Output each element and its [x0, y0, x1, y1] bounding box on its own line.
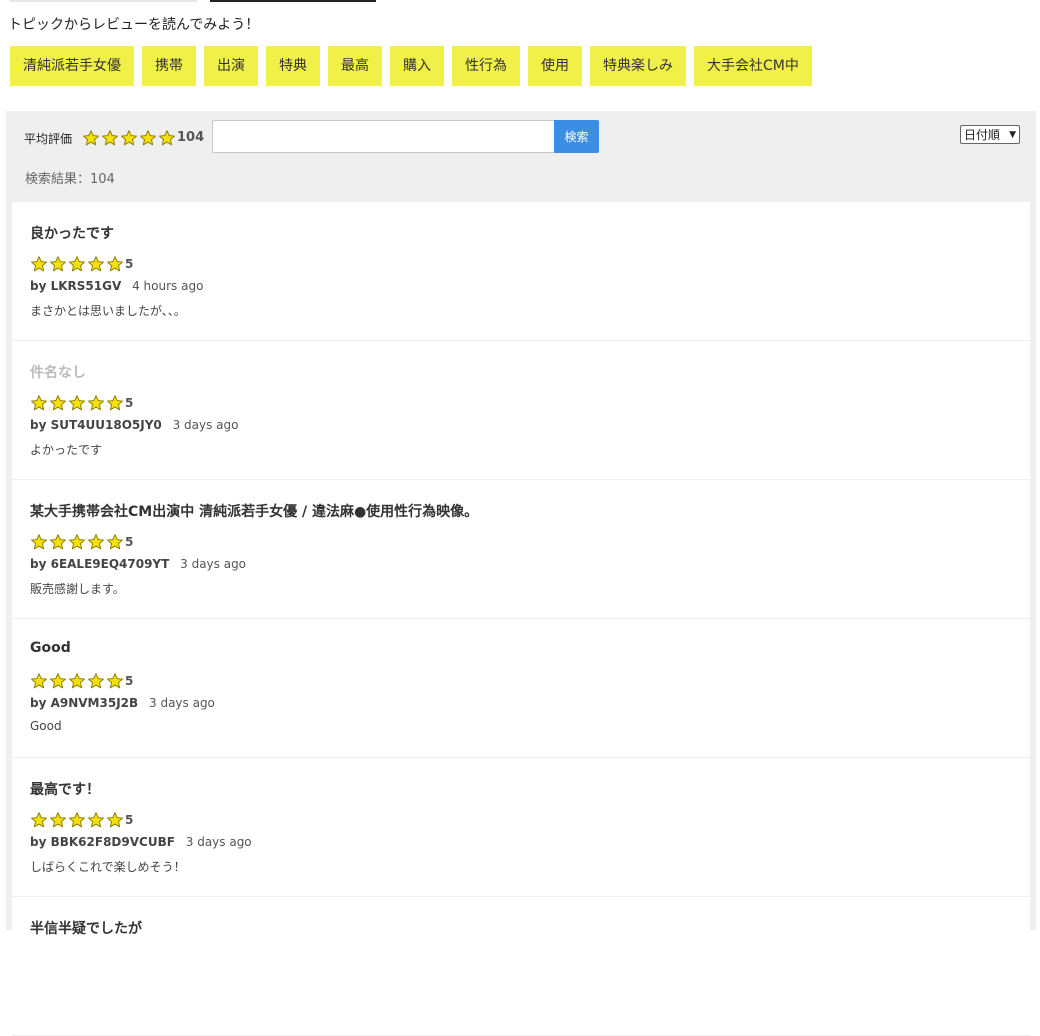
search-button[interactable]: 検索 — [554, 120, 599, 153]
reviews-panel: 平均評価 104 検索 日付順 ▼ 検索結果：104 良かったです 5 by L… — [6, 111, 1036, 1036]
review-title: 最高です！ — [30, 782, 100, 798]
review-body: 販売感謝します。 — [30, 582, 125, 596]
star-icon — [87, 394, 105, 412]
topic-chip-list: 清純派若手女優 携帯 出演 特典 最高 購入 性行為 使用 特典楽しみ 大手会社… — [10, 46, 812, 86]
review-title: 半信半疑でしたが — [30, 921, 142, 937]
star-icon — [158, 129, 176, 147]
review-body: Good — [30, 719, 62, 733]
review-meta: by LKRS51GV 4 hours ago — [30, 279, 203, 293]
star-icon — [49, 255, 67, 273]
star-icon — [87, 255, 105, 273]
average-rating-stars — [82, 129, 176, 147]
star-icon — [87, 533, 105, 551]
review-rating: 5 — [125, 535, 134, 549]
review-body: まさかとは思いましたが、、。 — [30, 304, 186, 318]
average-rating-label: 平均評価 — [24, 132, 73, 146]
star-icon — [101, 129, 119, 147]
topic-chip[interactable]: 出演 — [204, 46, 258, 86]
review-title: 件名なし — [30, 365, 86, 381]
chevron-down-icon: ▼ — [1009, 129, 1016, 140]
topic-chip[interactable]: 特典 — [266, 46, 320, 86]
topic-chip[interactable]: 清純派若手女優 — [10, 46, 134, 86]
review-stars — [30, 672, 124, 690]
review-meta: by 6EALE9EQ4709YT 3 days ago — [30, 557, 246, 571]
sort-select[interactable]: 日付順 ▼ — [960, 125, 1020, 144]
star-icon — [106, 394, 124, 412]
star-icon — [49, 394, 67, 412]
review-title: Good — [30, 640, 71, 656]
review-stars — [30, 533, 124, 551]
star-icon — [49, 672, 67, 690]
review-title: 良かったです — [30, 226, 114, 242]
topic-chip[interactable]: 携帯 — [142, 46, 196, 86]
review-rating: 5 — [125, 813, 134, 827]
sort-select-value: 日付順 — [964, 128, 1001, 142]
star-icon — [82, 129, 100, 147]
review-stars — [30, 255, 124, 273]
star-icon — [106, 255, 124, 273]
review-item: 某大手携帯会社CM出演中 清純派若手女優 / 違法麻●使用性行為映像。 5 by… — [12, 480, 1030, 619]
review-title: 某大手携帯会社CM出演中 清純派若手女優 / 違法麻●使用性行為映像。 — [30, 504, 479, 520]
review-meta: by BBK62F8D9VCUBF 3 days ago — [30, 835, 252, 849]
star-icon — [49, 533, 67, 551]
star-icon — [49, 811, 67, 829]
star-icon — [106, 672, 124, 690]
topics-heading: トピックからレビューを読んでみよう！ — [8, 17, 260, 33]
review-rating: 5 — [125, 674, 134, 688]
star-icon — [120, 129, 138, 147]
review-author: by A9NVM35J2B — [30, 696, 139, 710]
star-icon — [30, 672, 48, 690]
star-icon — [30, 811, 48, 829]
review-list: 良かったです 5 by LKRS51GV 4 hours ago まさかとは思い… — [12, 202, 1030, 1036]
search-input[interactable] — [212, 120, 555, 153]
review-time: 3 days ago — [149, 696, 215, 710]
star-icon — [68, 255, 86, 273]
top-divider — [0, 0, 1040, 4]
review-item: 良かったです 5 by LKRS51GV 4 hours ago まさかとは思い… — [12, 202, 1030, 341]
star-icon — [30, 255, 48, 273]
star-icon — [30, 533, 48, 551]
review-rating: 5 — [125, 396, 134, 410]
review-stars — [30, 394, 124, 412]
star-icon — [68, 672, 86, 690]
top-divider-right — [210, 0, 376, 2]
topic-chip[interactable]: 最高 — [328, 46, 382, 86]
topic-chip[interactable]: 性行為 — [452, 46, 520, 86]
review-body: よかったです — [30, 443, 103, 457]
top-divider-left — [10, 0, 197, 2]
review-item: 件名なし 5 by SUT4UU18O5JY0 3 days ago よかったで… — [12, 341, 1030, 480]
star-icon — [87, 811, 105, 829]
review-item: 半信半疑でしたが — [12, 897, 1030, 1036]
star-icon — [106, 811, 124, 829]
star-icon — [87, 672, 105, 690]
review-author: by SUT4UU18O5JY0 — [30, 418, 162, 432]
star-icon — [106, 533, 124, 551]
review-meta: by SUT4UU18O5JY0 3 days ago — [30, 418, 239, 432]
topic-chip[interactable]: 使用 — [528, 46, 582, 86]
review-time: 3 days ago — [185, 835, 252, 849]
review-time: 3 days ago — [180, 557, 247, 571]
star-icon — [30, 394, 48, 412]
topic-chip[interactable]: 購入 — [390, 46, 444, 86]
star-icon — [68, 394, 86, 412]
star-icon — [68, 811, 86, 829]
review-rating: 5 — [125, 257, 134, 271]
review-author: by 6EALE9EQ4709YT — [30, 557, 170, 571]
review-meta: by A9NVM35J2B 3 days ago — [30, 696, 215, 710]
topic-chip[interactable]: 大手会社CM中 — [694, 46, 812, 86]
review-item: 最高です！ 5 by BBK62F8D9VCUBF 3 days ago しばら… — [12, 758, 1030, 897]
topic-chip[interactable]: 特典楽しみ — [590, 46, 686, 86]
review-time: 3 days ago — [172, 418, 239, 432]
review-body: しばらくこれで楽しめそう！ — [30, 860, 186, 874]
star-icon — [68, 533, 86, 551]
search-result-count: 検索結果：104 — [25, 172, 115, 187]
review-time: 4 hours ago — [132, 279, 204, 293]
review-count: 104 — [177, 130, 205, 145]
review-author: by BBK62F8D9VCUBF — [30, 835, 175, 849]
review-author: by LKRS51GV — [30, 279, 122, 293]
review-item: Good 5 by A9NVM35J2B 3 days ago Good — [12, 619, 1030, 758]
review-stars — [30, 811, 124, 829]
star-icon — [139, 129, 157, 147]
